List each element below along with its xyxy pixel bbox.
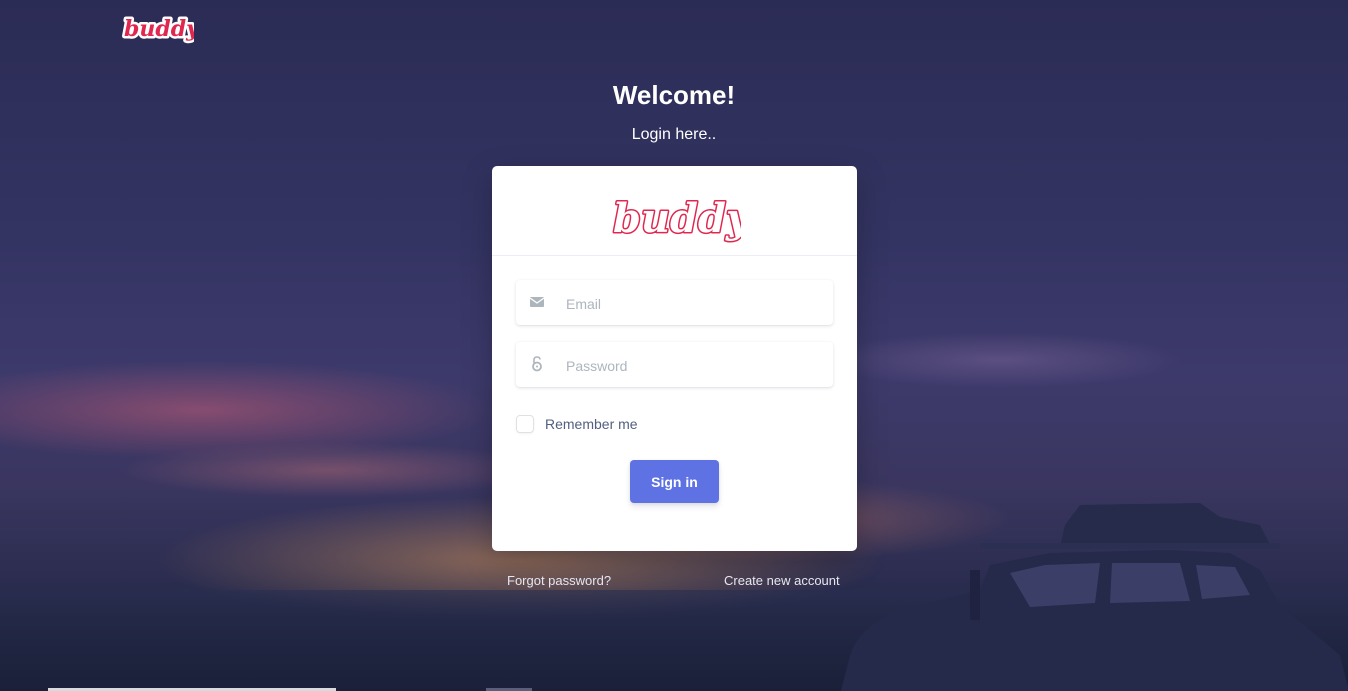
remember-me[interactable]: Remember me: [516, 415, 638, 433]
header-logo-text: buddy: [124, 16, 194, 42]
page-title: Welcome!: [612, 80, 736, 110]
header-logo[interactable]: buddy buddy: [122, 14, 204, 53]
email-input[interactable]: [564, 280, 828, 327]
envelope-icon: [529, 294, 545, 310]
lock-open-icon: [529, 356, 545, 372]
page-subtitle: Login here..: [631, 126, 717, 143]
remember-label[interactable]: Remember me: [545, 416, 638, 432]
card-logo-text: buddy: [613, 195, 741, 242]
login-card: buddy buddy Remember me Sign in: [492, 166, 857, 551]
remember-checkbox[interactable]: [516, 415, 534, 433]
create-account-link[interactable]: Create new account: [724, 573, 840, 588]
password-field[interactable]: [516, 342, 833, 389]
password-input[interactable]: [564, 342, 828, 389]
sign-in-button[interactable]: Sign in: [630, 460, 719, 503]
card-logo: buddy buddy: [609, 194, 754, 257]
car-silhouette: [841, 503, 1348, 691]
forgot-password-link[interactable]: Forgot password?: [507, 573, 611, 588]
email-field[interactable]: [516, 280, 833, 327]
card-header: buddy buddy: [492, 166, 857, 256]
